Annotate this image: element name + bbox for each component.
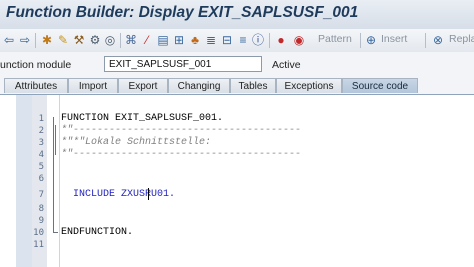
- toolbar-separator: [425, 33, 426, 48]
- tab-exceptions[interactable]: Exceptions: [276, 78, 342, 93]
- display-change-icon[interactable]: ✎: [56, 32, 70, 48]
- forward-arrow-icon[interactable]: ⇨: [18, 32, 32, 48]
- other-object-icon[interactable]: ✱: [40, 32, 54, 48]
- tab-tables[interactable]: Tables: [230, 78, 276, 93]
- toolbar-separator: [269, 33, 270, 48]
- line-number: 2: [38, 126, 44, 136]
- replace-button[interactable]: Replace: [449, 33, 474, 45]
- session-breakpoint-icon[interactable]: ◉: [292, 32, 306, 48]
- code-line-comment[interactable]: *"--------------------------------------: [61, 149, 301, 161]
- pattern-button[interactable]: Pattern: [318, 33, 352, 45]
- line-number: 10: [33, 228, 44, 238]
- fold-end-marker: [53, 232, 58, 233]
- application-toolbar: ⇦ ⇨ ✱ ✎ ⚒ ⚙ ◎ ⌘ ⁄ ▤ ⊞ ♣ ≣ ⊟ ≡ ⓘ ● ◉ Patt…: [0, 29, 474, 53]
- line-number: 6: [38, 174, 44, 184]
- tab-changing[interactable]: Changing: [168, 78, 230, 93]
- status-text: Active: [272, 59, 301, 71]
- where-used-icon[interactable]: ⌘: [124, 32, 138, 48]
- list-icon[interactable]: ≡: [236, 32, 250, 48]
- tab-export[interactable]: Export: [118, 78, 168, 93]
- line-number: 4: [38, 150, 44, 160]
- title-bar: Function Builder: Display EXIT_SAPLSUSF_…: [0, 0, 474, 30]
- test-icon[interactable]: ◎: [103, 32, 117, 48]
- back-arrow-icon[interactable]: ⇦: [2, 32, 16, 48]
- line-number: 8: [38, 204, 44, 214]
- line-number: 7: [38, 190, 44, 200]
- text-cursor: [148, 188, 149, 200]
- function-module-header: unction module EXIT_SAPLSUSF_001 Active: [0, 52, 474, 76]
- hierarchy-icon[interactable]: ⊞: [172, 32, 186, 48]
- tab-attributes[interactable]: Attributes: [4, 78, 68, 93]
- toolbar-separator: [35, 33, 36, 48]
- breakpoint-icon[interactable]: ●: [274, 32, 288, 48]
- code-line[interactable]: ENDFUNCTION.: [61, 227, 133, 239]
- insert-icon[interactable]: ⊕: [364, 32, 378, 48]
- line-number: 11: [33, 240, 44, 250]
- info-icon[interactable]: ⓘ: [251, 32, 265, 48]
- hierarchy-2-icon[interactable]: ⊟: [220, 32, 234, 48]
- tab-import[interactable]: Import: [68, 78, 118, 93]
- line-number: 3: [38, 138, 44, 148]
- line-number: 5: [38, 162, 44, 172]
- activate-icon[interactable]: ⚒: [72, 32, 86, 48]
- tab-source-code[interactable]: Source code: [342, 78, 418, 93]
- enhance-icon[interactable]: ♣: [188, 32, 202, 48]
- fold-line: [53, 117, 54, 232]
- navigation-icon[interactable]: ▤: [156, 32, 170, 48]
- code-line[interactable]: FUNCTION EXIT_SAPLSUSF_001.: [61, 113, 223, 125]
- insert-button[interactable]: Insert: [381, 33, 407, 45]
- window-title: Function Builder: Display EXIT_SAPLSUSF_…: [6, 4, 359, 21]
- function-module-field[interactable]: EXIT_SAPLSUSF_001: [104, 56, 262, 72]
- code-line-include[interactable]: INCLUDE ZXUSRU01.: [61, 189, 175, 201]
- replace-icon[interactable]: ⊗: [431, 32, 445, 48]
- function-module-label: unction module: [0, 59, 72, 71]
- line-number: 1: [38, 114, 44, 124]
- line-number: 9: [38, 216, 44, 226]
- check-icon[interactable]: ⚙: [88, 32, 102, 48]
- comment-fold-line: [55, 125, 56, 155]
- toolbar-separator: [360, 33, 361, 48]
- code-line-comment[interactable]: *"--------------------------------------: [61, 125, 301, 137]
- editor-left-margin: [16, 95, 32, 267]
- source-code-editor[interactable]: 1 2 3 4 5 6 7 8 9 10 11 FUNCTION EXIT_SA…: [0, 95, 474, 267]
- display-list-icon[interactable]: ≣: [204, 32, 218, 48]
- display-object-list-icon[interactable]: ⁄: [140, 32, 154, 48]
- code-line-comment[interactable]: *"*"Lokale Schnittstelle:: [61, 137, 211, 149]
- toolbar-separator: [120, 33, 121, 48]
- tab-strip: Attributes Import Export Changing Tables…: [0, 76, 474, 95]
